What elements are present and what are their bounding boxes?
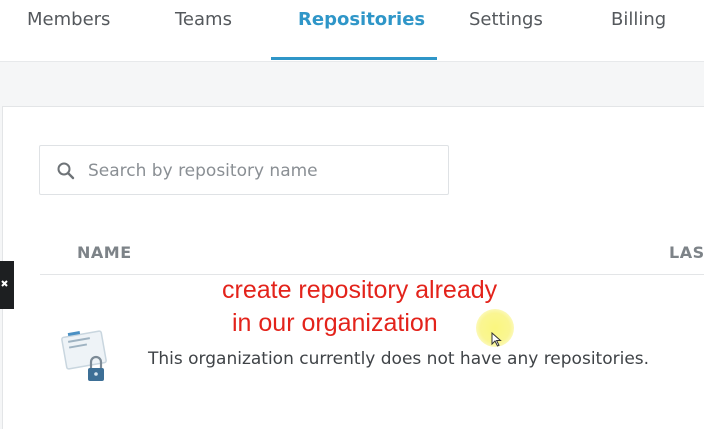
annotation-line-2: in our organization xyxy=(232,309,438,337)
tab-settings[interactable]: Settings xyxy=(469,0,543,62)
side-panel-toggle[interactable] xyxy=(0,261,14,309)
tab-billing[interactable]: Billing xyxy=(611,0,666,62)
tab-teams[interactable]: Teams xyxy=(175,0,232,62)
column-header-last[interactable]: LAST xyxy=(669,243,704,262)
search-icon xyxy=(56,161,76,181)
search-input[interactable] xyxy=(88,158,438,184)
repository-search[interactable] xyxy=(39,145,449,195)
locked-repository-icon xyxy=(61,330,107,381)
active-tab-indicator xyxy=(271,57,437,60)
annotation-line-1: create repository already xyxy=(222,276,498,304)
empty-state-message: This organization currently does not hav… xyxy=(148,349,650,369)
tab-members[interactable]: Members xyxy=(27,0,110,62)
annotation-overlay: create repository already in our organiz… xyxy=(222,274,497,340)
column-header-name[interactable]: NAME xyxy=(77,243,132,262)
tab-repositories[interactable]: Repositories xyxy=(298,0,425,62)
close-icon xyxy=(1,280,8,287)
mouse-cursor-icon xyxy=(491,332,502,347)
org-tabs: Members Teams Repositories Settings Bill… xyxy=(0,0,704,62)
